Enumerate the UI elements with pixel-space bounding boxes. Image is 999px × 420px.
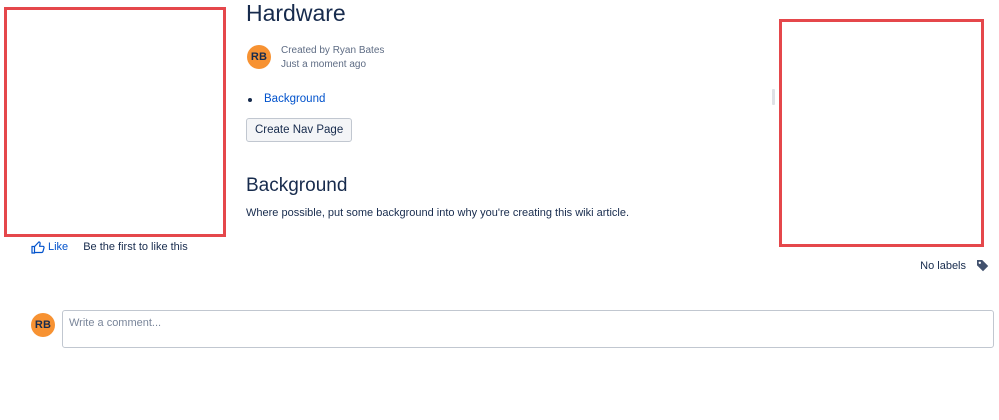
redacted-region-left xyxy=(4,7,226,237)
like-row: Like Be the first to like this xyxy=(31,240,188,254)
like-label: Like xyxy=(48,241,69,253)
page-byline: Created by Ryan Bates Just a moment ago xyxy=(281,44,384,72)
labels-row: No labels xyxy=(920,259,989,272)
scroll-handle[interactable] xyxy=(772,89,775,105)
page-title: Hardware xyxy=(246,0,346,26)
labels-text: No labels xyxy=(920,259,966,272)
author-avatar[interactable]: RB xyxy=(247,45,271,69)
create-nav-page-button[interactable]: Create Nav Page xyxy=(246,118,353,142)
like-button[interactable]: Like xyxy=(31,240,68,254)
section-body: Where possible, put some background into… xyxy=(246,207,630,219)
thumbs-up-icon xyxy=(31,240,45,254)
toc-item: Background xyxy=(248,92,325,106)
tag-icon[interactable] xyxy=(976,259,989,272)
comment-input[interactable] xyxy=(62,310,994,348)
redacted-region-right xyxy=(779,19,984,247)
section-heading: Background xyxy=(246,175,348,196)
created-by-text: Created by Ryan Bates xyxy=(281,45,385,56)
commenter-avatar[interactable]: RB xyxy=(31,313,55,337)
toc-link-background[interactable]: Background xyxy=(264,92,325,106)
created-time-text: Just a moment ago xyxy=(281,59,367,70)
bullet-icon xyxy=(248,97,252,102)
like-message: Be the first to like this xyxy=(83,241,188,253)
